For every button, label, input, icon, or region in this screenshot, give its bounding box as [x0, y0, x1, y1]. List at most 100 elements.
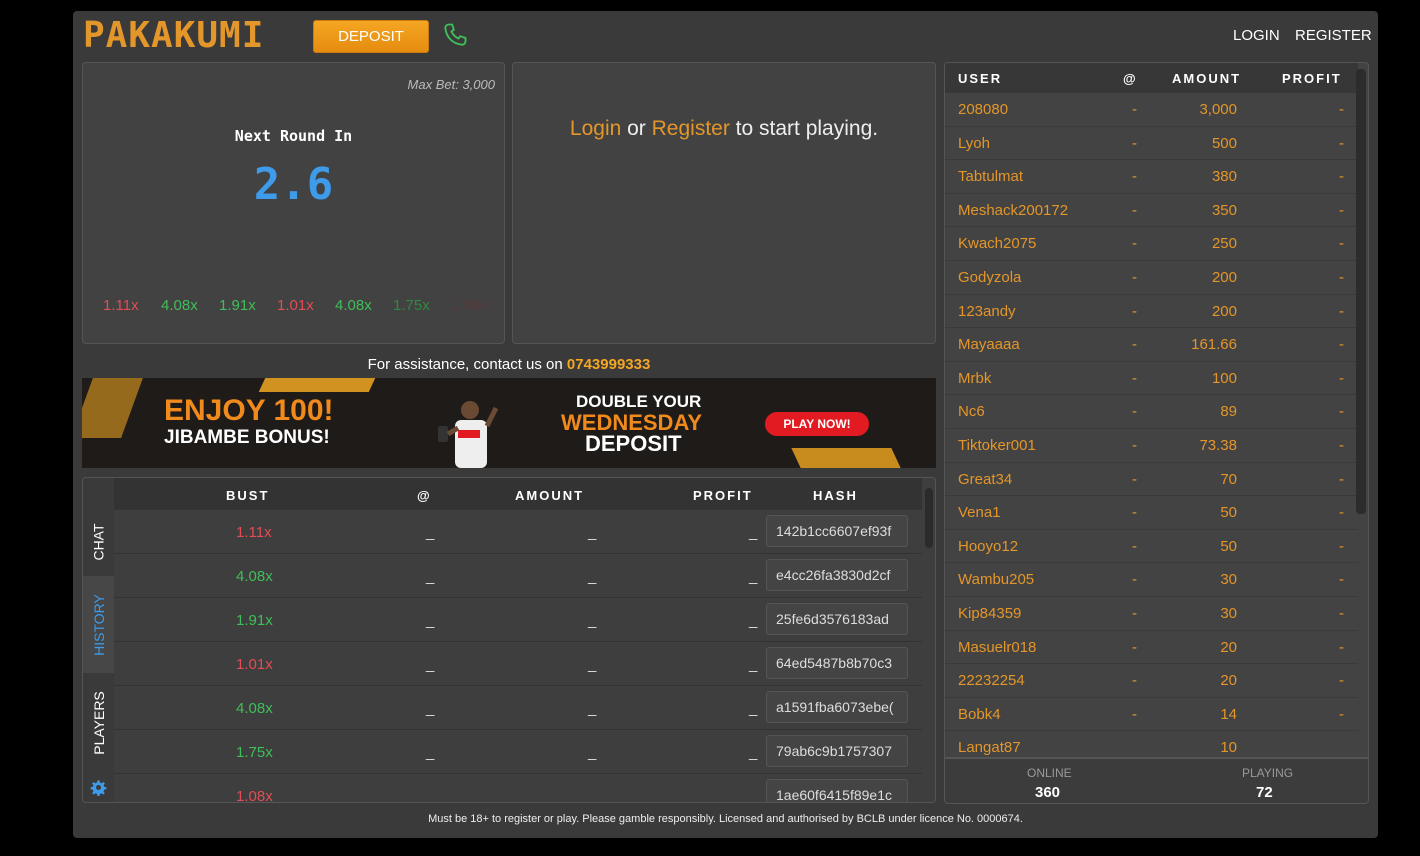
player-row[interactable]: 123andy - 200 -: [945, 295, 1358, 329]
player-row[interactable]: Wambu205 - 30 -: [945, 563, 1358, 597]
player-row[interactable]: Bobk4 - 14 -: [945, 698, 1358, 732]
player-amount: 500: [1211, 134, 1237, 152]
history-row[interactable]: 1.11x _ _ _ 142b1cc6607ef93f: [114, 510, 922, 554]
banner-double-text: DOUBLE YOUR: [576, 392, 702, 411]
tab-players[interactable]: PLAYERS: [83, 678, 114, 768]
player-row[interactable]: Mrbk - 100 -: [945, 362, 1358, 396]
player-profit: -: [1339, 638, 1344, 656]
phone-icon[interactable]: [441, 21, 469, 49]
player-amount: 200: [1211, 269, 1237, 286]
player-row[interactable]: Kip84359 - 30 -: [945, 597, 1358, 631]
history-row[interactable]: 1.01x _ _ _ 64ed5487b8b70c3: [114, 642, 922, 686]
player-at: -: [1132, 336, 1137, 354]
player-row[interactable]: Meshack200172 - 350 -: [945, 194, 1358, 228]
player-row[interactable]: Hooyo12 - 50 -: [945, 530, 1358, 564]
deposit-button[interactable]: DEPOSIT: [313, 20, 429, 53]
side-tabs: CHAT HISTORY PLAYERS: [83, 478, 114, 802]
player-row[interactable]: Godyzola - 200 -: [945, 261, 1358, 295]
playing-label: PLAYING: [1242, 766, 1294, 780]
player-user: Tabtulmat: [958, 168, 1024, 186]
history-at: _: [426, 700, 435, 717]
banner-decoration: [82, 378, 143, 438]
history-col-hash: HASH: [813, 488, 858, 503]
player-row[interactable]: Kwach2075 - 250 -: [945, 227, 1358, 261]
player-at: -: [1132, 201, 1137, 219]
player-row[interactable]: Tiktoker001 - 73.38 -: [945, 429, 1358, 463]
history-row[interactable]: 1.75x _ _ _ 79ab6c9b1757307: [114, 730, 922, 774]
player-row[interactable]: Mayaaaa - 161.66 -: [945, 328, 1358, 362]
history-hash-field[interactable]: 1ae60f6415f89e1c: [766, 779, 908, 802]
player-row[interactable]: Lyoh - 500 -: [945, 127, 1358, 161]
player-profit: -: [1339, 302, 1344, 320]
assistance-phone[interactable]: 0743999333: [567, 356, 650, 373]
player-profit: -: [1339, 705, 1344, 723]
player-row[interactable]: Masuelr018 - 20 -: [945, 631, 1358, 665]
player-row[interactable]: Tabtulmat - 380 -: [945, 160, 1358, 194]
login-link[interactable]: LOGIN: [1233, 27, 1280, 44]
history-hash-field[interactable]: 64ed5487b8b70c3: [766, 647, 908, 679]
login-prompt-link[interactable]: Login: [570, 117, 621, 140]
player-amount: 73.38: [1199, 437, 1237, 454]
history-panel: CHAT HISTORY PLAYERS BUST @ AMOUNT PROFI…: [82, 477, 936, 803]
player-row[interactable]: 22232254 - 20 -: [945, 664, 1358, 698]
player-amount: 3,000: [1199, 101, 1237, 118]
history-row[interactable]: 4.08x _ _ _ e4cc26fa3830d2cf: [114, 554, 922, 598]
player-amount: 89: [1220, 403, 1237, 421]
player-row[interactable]: Great34 - 70 -: [945, 463, 1358, 497]
player-user: Meshack200172: [958, 201, 1069, 219]
history-row[interactable]: 1.91x _ _ _ 25fe6d3576183ad: [114, 598, 922, 642]
recent-crash-value: 1.11x: [103, 297, 139, 314]
tab-history-label: HISTORY: [90, 593, 107, 656]
history-scrollbar[interactable]: [925, 488, 933, 548]
history-hash-field[interactable]: a1591fba6073ebe(: [766, 691, 908, 723]
next-round-label: Next Round In: [234, 127, 353, 145]
history-at: _: [426, 612, 435, 629]
player-at: -: [1132, 269, 1137, 286]
player-profit: -: [1339, 369, 1344, 387]
player-amount: 10: [1220, 739, 1237, 757]
player-user: Mrbk: [958, 369, 992, 387]
player-amount: 350: [1211, 201, 1237, 219]
player-at: -: [1132, 437, 1137, 454]
player-user: Godyzola: [958, 269, 1022, 286]
login-prompt: Login or Register to start playing.: [513, 117, 935, 141]
players-col-amount: AMOUNT: [1172, 71, 1242, 86]
history-header: BUST @ AMOUNT PROFIT HASH: [114, 478, 922, 510]
history-profit: _: [749, 568, 758, 585]
site-logo[interactable]: PAKAKUMI: [83, 15, 264, 56]
banner-person-image: [438, 401, 499, 468]
footer-disclaimer: Must be 18+ to register or play. Please …: [428, 813, 1023, 825]
player-profit: -: [1339, 403, 1344, 421]
banner-play-now-button[interactable]: PLAY NOW!: [765, 412, 869, 436]
player-row[interactable]: Nc6 - 89 -: [945, 395, 1358, 429]
player-row[interactable]: 208080 - 3,000 -: [945, 93, 1358, 127]
history-hash-field[interactable]: 142b1cc6607ef93f: [766, 515, 908, 547]
app-window: PAKAKUMI DEPOSIT LOGIN REGISTER Max Bet:…: [73, 11, 1378, 838]
assistance-text: For assistance, contact us on: [367, 356, 567, 373]
history-hash-field[interactable]: 79ab6c9b1757307: [766, 735, 908, 767]
promo-banner[interactable]: ENJOY 100! JIBAMBE BONUS! DOUBLE YOUR WE…: [82, 378, 936, 468]
player-profit: -: [1339, 201, 1344, 219]
player-user: Bobk4: [958, 705, 1001, 723]
history-hash-field[interactable]: 25fe6d3576183ad: [766, 603, 908, 635]
tab-chat-label: CHAT: [90, 523, 107, 561]
player-user: Great34: [958, 470, 1013, 488]
register-link[interactable]: REGISTER: [1295, 27, 1372, 44]
history-hash-field[interactable]: e4cc26fa3830d2cf: [766, 559, 908, 591]
history-amount: _: [588, 612, 597, 629]
player-row[interactable]: Vena1 - 50 -: [945, 496, 1358, 530]
register-prompt-link[interactable]: Register: [652, 117, 730, 140]
history-row[interactable]: 4.08x _ _ _ a1591fba6073ebe(: [114, 686, 922, 730]
player-amount: 20: [1220, 672, 1237, 690]
gear-icon[interactable]: [90, 779, 107, 796]
player-profit: -: [1339, 101, 1344, 118]
player-at: -: [1132, 705, 1137, 723]
online-label: ONLINE: [1027, 766, 1072, 780]
players-scrollbar[interactable]: [1356, 69, 1366, 514]
tab-chat[interactable]: CHAT: [83, 508, 114, 576]
player-at: -: [1132, 134, 1137, 152]
history-amount: _: [588, 744, 597, 761]
tab-history[interactable]: HISTORY: [83, 576, 114, 673]
history-at: _: [426, 524, 435, 541]
history-row[interactable]: 1.08x 1ae60f6415f89e1c: [114, 774, 922, 802]
